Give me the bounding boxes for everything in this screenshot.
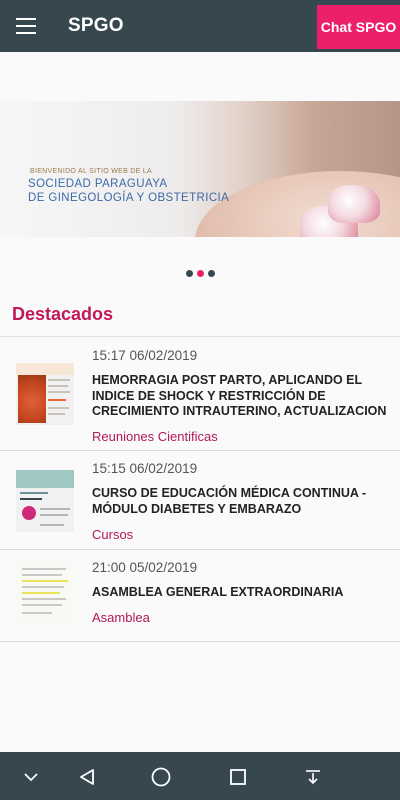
hero-banner[interactable]: BIENVENIDO AL SITIO WEB DE LA SOCIEDAD P… [0,101,400,237]
chevron-down-icon[interactable] [20,766,42,788]
app-bar: SPGO Chat SPGO [0,0,400,52]
item-title[interactable]: HEMORRAGIA POST PARTO, APLICANDO EL INDI… [92,373,392,420]
item-thumbnail [16,562,74,624]
carousel-dot[interactable] [186,270,193,277]
baby-shoe-image [328,185,380,223]
item-timestamp: 15:17 06/02/2019 [92,348,198,363]
section-title: Destacados [12,304,114,324]
notification-pull-icon[interactable] [302,766,324,788]
item-title[interactable]: CURSO DE EDUCACIÓN MÉDICA CONTINUA - MÓD… [92,486,392,517]
item-thumbnail [16,363,74,425]
item-category[interactable]: Reuniones Cientificas [92,429,218,444]
list-item[interactable]: 21:00 05/02/2019 ASAMBLEA GENERAL EXTRAO… [0,550,400,642]
item-timestamp: 15:15 06/02/2019 [92,461,198,476]
hamburger-menu-icon[interactable] [16,18,36,34]
banner-org-line2: DE GINEGOLOGÍA Y OBSTETRICIA [28,192,230,204]
chat-button[interactable]: Chat SPGO [317,5,400,49]
banner-org-line1: SOCIEDAD PARAGUAYA [28,178,168,190]
carousel-dot[interactable] [208,270,215,277]
system-navigation-bar [0,752,400,800]
app-title: SPGO [68,15,124,36]
banner-welcome-text: BIENVENIDO AL SITIO WEB DE LA [30,168,153,175]
featured-list: 15:17 06/02/2019 HEMORRAGIA POST PARTO, … [0,336,400,642]
list-item[interactable]: 15:15 06/02/2019 CURSO DE EDUCACIÓN MÉDI… [0,451,400,550]
item-category[interactable]: Asamblea [92,610,150,625]
item-title[interactable]: ASAMBLEA GENERAL EXTRAORDINARIA [92,585,392,601]
home-circle-icon[interactable] [150,766,172,788]
carousel-dot-active[interactable] [197,270,204,277]
recent-apps-square-icon[interactable] [227,766,249,788]
list-item[interactable]: 15:17 06/02/2019 HEMORRAGIA POST PARTO, … [0,336,400,451]
back-triangle-icon[interactable] [76,766,98,788]
carousel-indicator [186,270,215,277]
item-category[interactable]: Cursos [92,527,133,542]
item-timestamp: 21:00 05/02/2019 [92,560,198,575]
item-thumbnail [16,470,74,532]
